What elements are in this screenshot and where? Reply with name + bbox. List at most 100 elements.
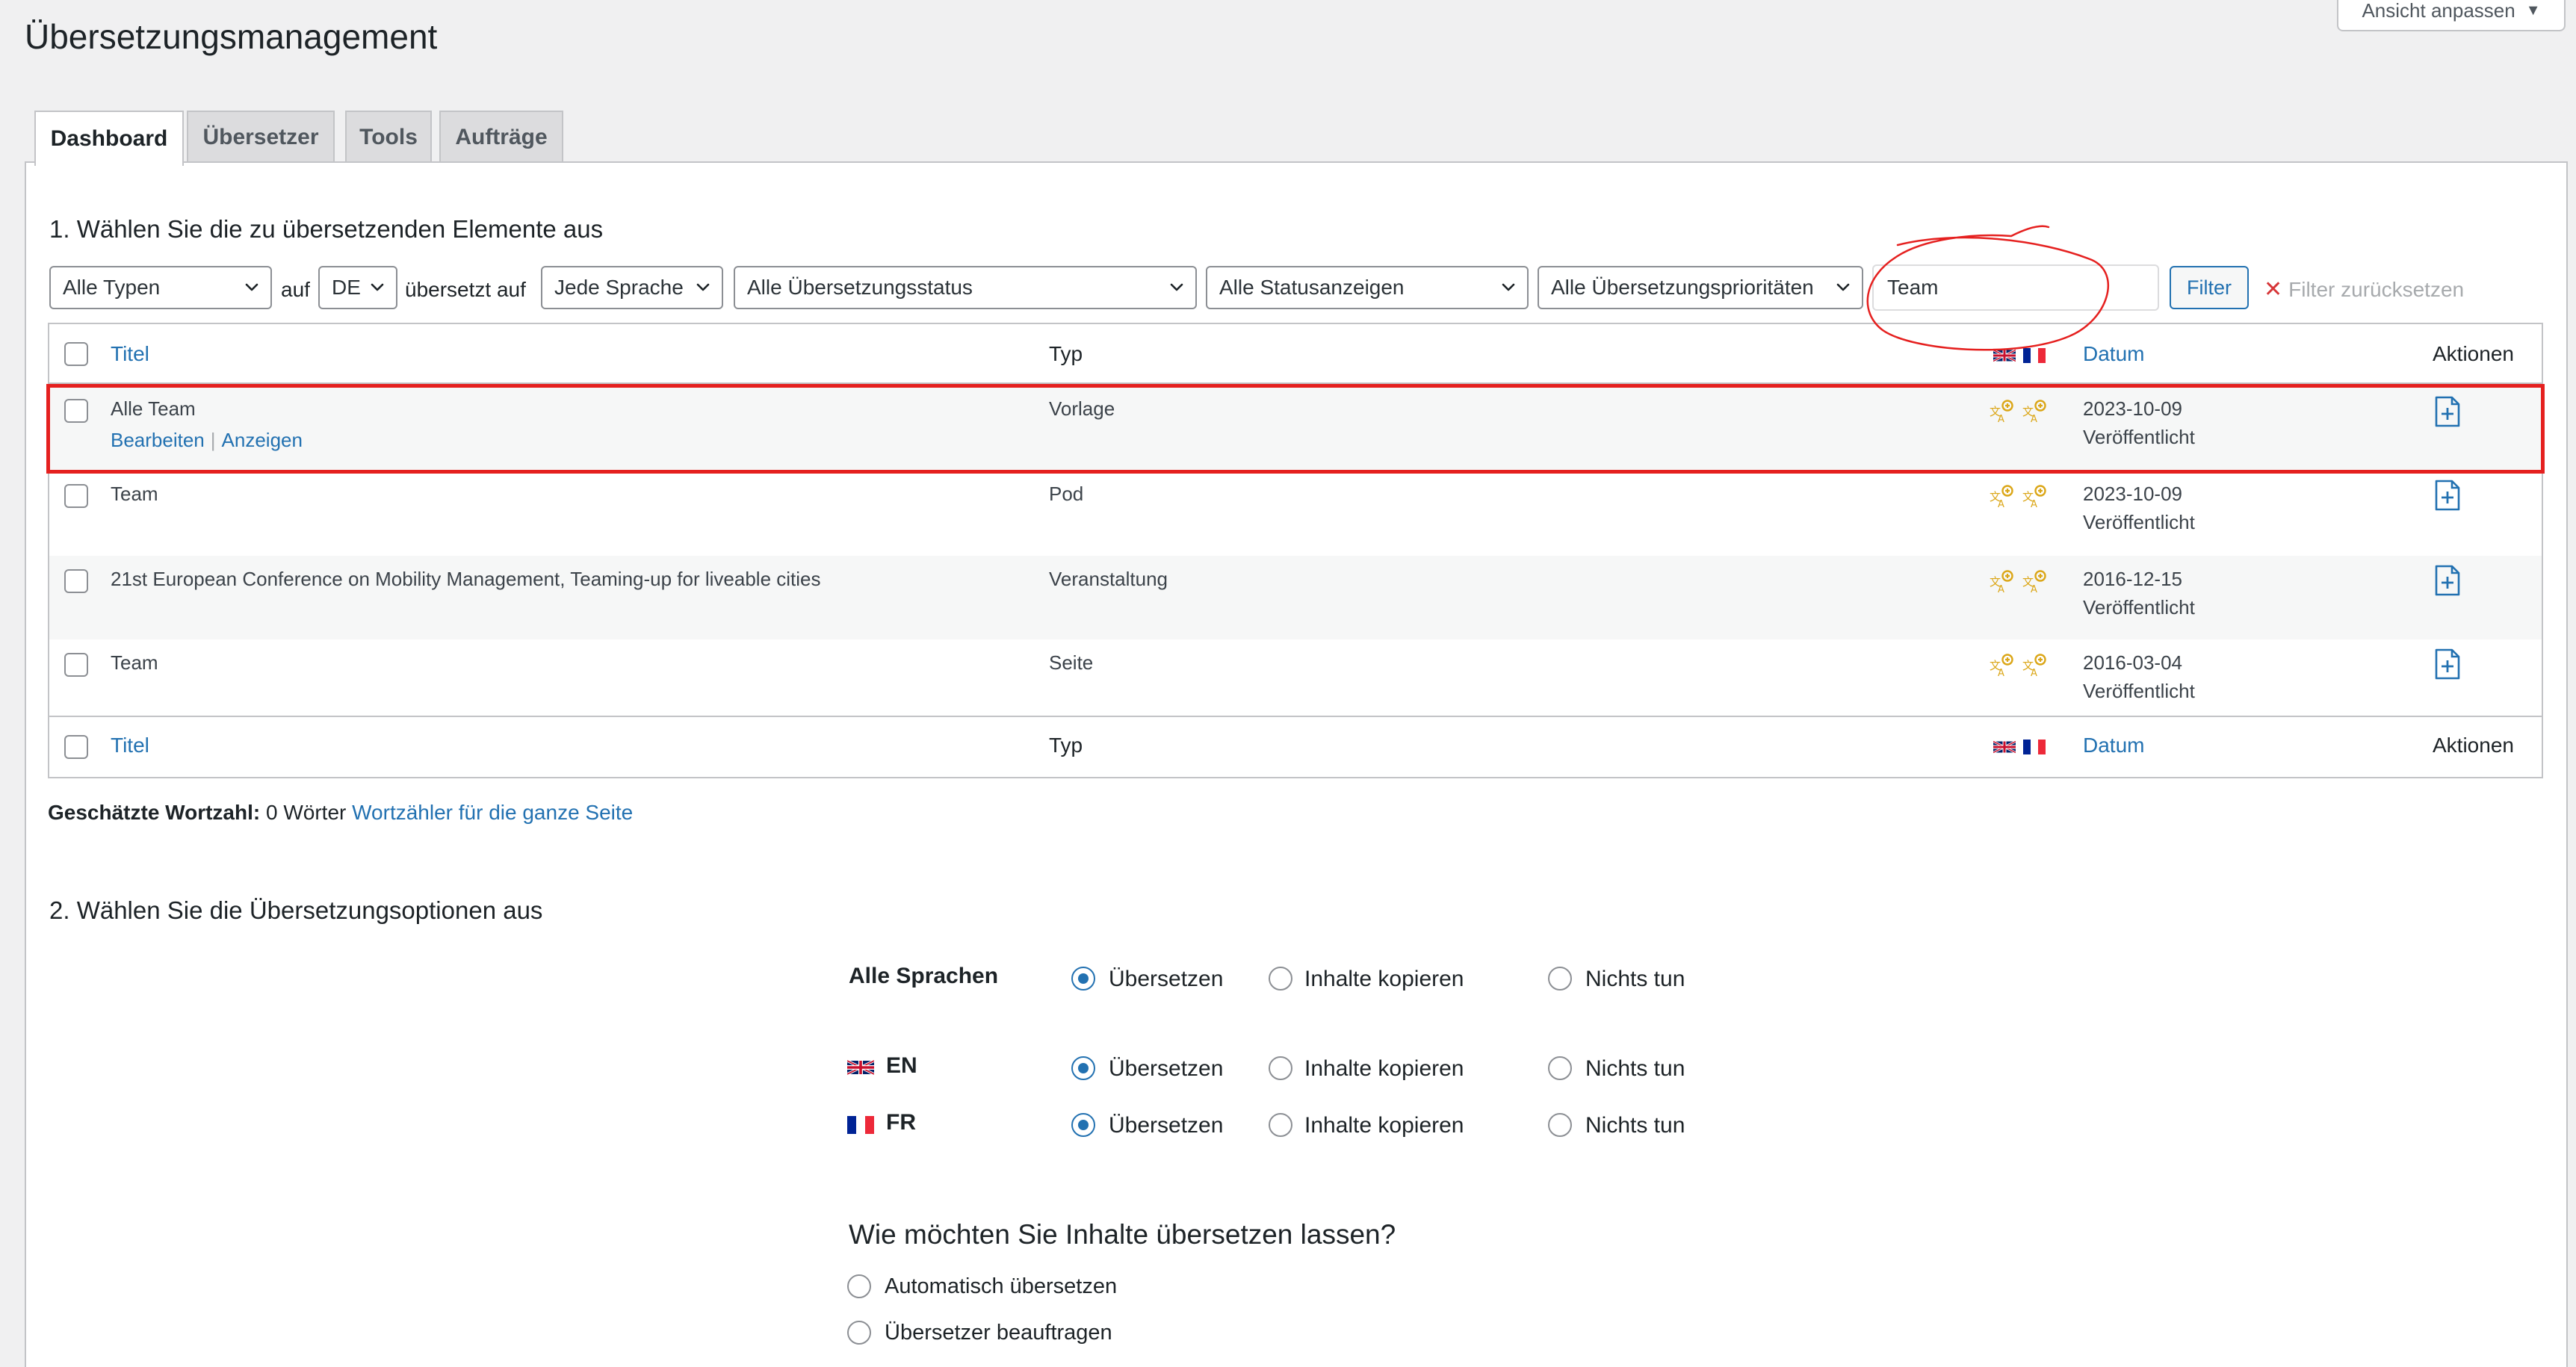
row-checkbox[interactable] <box>64 569 88 593</box>
en-nothing-radio[interactable] <box>1548 1056 1572 1080</box>
fr-nothing-radio[interactable] <box>1548 1113 1572 1137</box>
translation-status-select[interactable]: Alle Übersetzungsstatus <box>734 266 1197 309</box>
row-checkbox[interactable] <box>64 653 88 677</box>
translate-fr-icon[interactable] <box>2022 653 2047 678</box>
column-date-sort[interactable]: Datum <box>2083 342 2144 366</box>
row-date: 2023-10-09 <box>2083 483 2182 505</box>
source-language-select[interactable]: DE <box>318 266 397 309</box>
uk-flag-icon <box>1993 740 2016 754</box>
add-to-basket-icon[interactable] <box>2434 648 2461 680</box>
all-nothing-radio[interactable] <box>1548 967 1572 991</box>
reset-filter-link[interactable]: ✕ Filter zurücksetzen <box>2264 276 2464 303</box>
translate-fr-icon[interactable] <box>2022 569 2047 595</box>
row-type: Vorlage <box>1049 397 1115 420</box>
row-checkbox[interactable] <box>64 484 88 508</box>
assign-translator-radio[interactable] <box>847 1321 871 1345</box>
fr-translate-label: Übersetzen <box>1109 1113 1224 1138</box>
en-nothing-label: Nichts tun <box>1585 1056 1685 1081</box>
screen-options-button[interactable]: Ansicht anpassen ▼ <box>2337 0 2566 31</box>
translate-en-icon[interactable] <box>1989 399 2014 424</box>
page-title: Übersetzungsmanagement <box>25 17 438 56</box>
caret-down-icon: ▼ <box>2525 1 2541 19</box>
add-to-basket-icon[interactable] <box>2434 480 2461 511</box>
en-copy-radio[interactable] <box>1269 1056 1292 1080</box>
filter-button[interactable]: Filter <box>2170 266 2249 309</box>
translate-fr-icon[interactable] <box>2022 484 2047 509</box>
column-actions: Aktionen <box>2433 734 2514 757</box>
tab-tools[interactable]: Tools <box>345 111 432 163</box>
row-title: Team <box>111 483 158 505</box>
table-row: Team Pod 2023-10-09 Veröffentlicht <box>49 472 2542 556</box>
chevron-down-icon <box>1499 278 1518 297</box>
translate-en-icon[interactable] <box>1989 484 2014 509</box>
row-status: Veröffentlicht <box>2083 680 2195 702</box>
column-type: Typ <box>1049 734 1083 757</box>
word-count-label: Geschätzte Wortzahl: <box>48 801 261 824</box>
row-type: Veranstaltung <box>1049 568 1168 590</box>
row-status: Veröffentlicht <box>2083 511 2195 533</box>
view-link[interactable]: Anzeigen <box>222 429 303 451</box>
chevron-down-icon <box>242 278 261 297</box>
fr-translate-radio[interactable] <box>1071 1113 1095 1137</box>
priority-value: Alle Übersetzungsprioritäten <box>1551 276 1814 299</box>
row-date: 2016-12-15 <box>2083 568 2182 590</box>
status-display-select[interactable]: Alle Statusanzeigen <box>1206 266 1529 309</box>
column-date-sort[interactable]: Datum <box>2083 734 2144 757</box>
column-title-sort[interactable]: Titel <box>111 734 149 757</box>
table-row: Alle Team Bearbeiten | Anzeigen Vorlage 20… <box>49 385 2542 472</box>
row-title: Team <box>111 651 158 674</box>
row-type: Seite <box>1049 651 1094 674</box>
translate-en-icon[interactable] <box>1989 569 2014 595</box>
chevron-down-icon <box>693 278 713 297</box>
all-copy-radio[interactable] <box>1269 967 1292 991</box>
auto-translate-radio[interactable] <box>847 1274 871 1298</box>
row-checkbox[interactable] <box>64 399 88 423</box>
all-nothing-label: Nichts tun <box>1585 967 1685 991</box>
column-actions: Aktionen <box>2433 342 2514 365</box>
row-title: Alle Team <box>111 397 196 420</box>
fr-flag-icon <box>2023 740 2046 754</box>
column-title-sort[interactable]: Titel <box>111 342 149 366</box>
en-translate-radio[interactable] <box>1071 1056 1095 1080</box>
add-to-basket-icon[interactable] <box>2434 565 2461 596</box>
column-type: Typ <box>1049 342 1083 365</box>
tab-dashboard[interactable]: Dashboard <box>34 111 184 166</box>
translate-fr-icon[interactable] <box>2022 399 2047 424</box>
word-count: Geschätzte Wortzahl: 0 Wörter Wortzähler… <box>48 801 633 825</box>
screen-options-label: Ansicht anpassen <box>2362 0 2515 22</box>
row-date: 2016-03-04 <box>2083 651 2182 674</box>
en-language-label: EN <box>886 1053 917 1078</box>
type-filter-select[interactable]: Alle Typen <box>49 266 272 309</box>
target-language-select[interactable]: Jede Sprache <box>541 266 723 309</box>
status-display-value: Alle Statusanzeigen <box>1219 276 1405 299</box>
uk-flag-icon <box>1993 348 2016 363</box>
search-input[interactable] <box>1872 264 2159 311</box>
table-row: Team Seite 2016-03-04 Veröffentlicht <box>49 639 2542 717</box>
edit-link[interactable]: Bearbeiten <box>111 429 205 451</box>
row-status: Veröffentlicht <box>2083 596 2195 619</box>
row-status: Veröffentlicht <box>2083 426 2195 448</box>
en-translate-label: Übersetzen <box>1109 1056 1224 1081</box>
priority-select[interactable]: Alle Übersetzungsprioritäten <box>1538 266 1863 309</box>
translate-en-icon[interactable] <box>1989 653 2014 678</box>
select-all-checkbox[interactable] <box>64 735 88 759</box>
select-all-checkbox[interactable] <box>64 342 88 366</box>
elements-table: Titel Typ Datum Aktionen Alle Team Bearb… <box>48 323 2543 778</box>
word-count-page-link[interactable]: Wortzähler für die ganze Seite <box>352 801 633 824</box>
chevron-down-icon <box>368 278 387 297</box>
word-count-value: 0 Wörter <box>265 801 347 824</box>
assign-translator-label: Übersetzer beauftragen <box>885 1321 1112 1345</box>
chevron-down-icon <box>1167 278 1186 297</box>
row-actions: Bearbeiten | Anzeigen <box>111 429 303 451</box>
fr-flag-icon <box>2023 348 2046 363</box>
tab-translators[interactable]: Übersetzer <box>187 111 335 163</box>
tab-jobs[interactable]: Aufträge <box>439 111 563 163</box>
row-title: 21st European Conference on Mobility Man… <box>111 568 821 590</box>
fr-copy-radio[interactable] <box>1269 1113 1292 1137</box>
fr-nothing-label: Nichts tun <box>1585 1113 1685 1138</box>
all-translate-radio[interactable] <box>1071 967 1095 991</box>
add-to-basket-icon[interactable] <box>2434 396 2461 427</box>
type-filter-value: Alle Typen <box>63 276 161 299</box>
fr-language-label: FR <box>886 1110 916 1135</box>
target-language-value: Jede Sprache <box>554 276 684 299</box>
